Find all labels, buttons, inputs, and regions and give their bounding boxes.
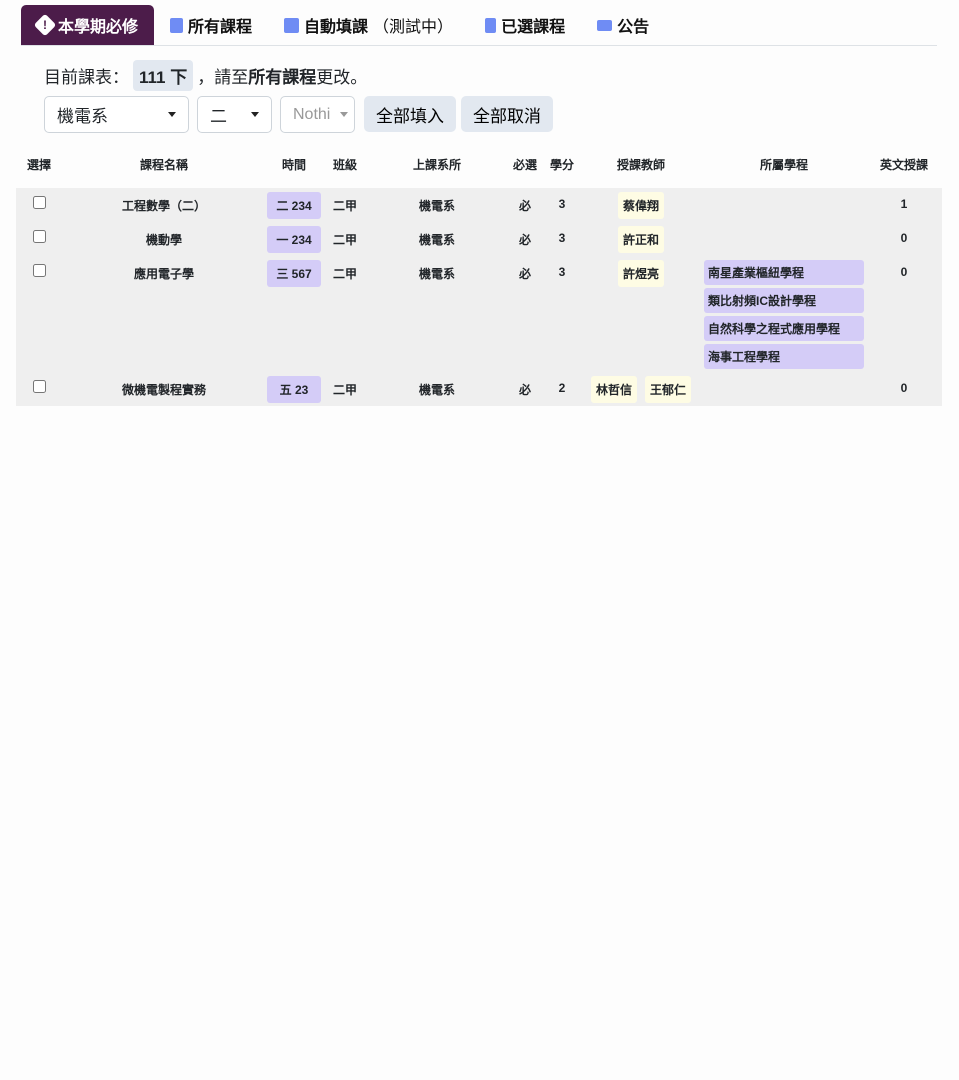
english-cell: 0 — [900, 231, 908, 245]
tab-all-courses[interactable]: 所有課程 — [154, 5, 268, 45]
teacher-badge: 王郁仁 — [645, 376, 692, 403]
time-badge: 一 234 — [267, 226, 321, 253]
dept-cell: 機電系 — [418, 199, 455, 213]
tab-auto-fill[interactable]: 自動填課 （測試中） — [268, 5, 469, 45]
time-badge: 五 23 — [267, 376, 321, 403]
table-row: 微機電製程實務 五 23 二甲 機電系 必 2 林哲信 王郁仁 0 — [16, 372, 942, 406]
cancel-all-button[interactable]: 全部取消 — [461, 96, 553, 132]
course-select-checkbox[interactable] — [32, 264, 46, 277]
teacher-badge: 蔡偉翔 — [617, 192, 664, 219]
table-row: 機動學 一 234 二甲 機電系 必 3 許正和 0 — [16, 222, 942, 256]
class-cell: 二甲 — [332, 267, 357, 281]
dept-cell: 機電系 — [418, 383, 455, 397]
table-row: 工程數學（二） 二 234 二甲 機電系 必 3 蔡偉翔 1 — [16, 188, 942, 222]
course-select-checkbox[interactable] — [32, 196, 46, 209]
dept-cell: 機電系 — [418, 267, 455, 281]
column-header: 必選 — [506, 140, 544, 188]
filter-controls: 機電系 二 Nothi 全部填入 全部取消 — [44, 96, 553, 133]
program-badge: 海事工程學程 — [704, 344, 864, 369]
tab-selected-courses[interactable]: 已選課程 — [469, 5, 581, 45]
english-cell: 0 — [900, 265, 908, 279]
megaphone-icon — [597, 19, 613, 31]
required-cell: 必 — [518, 199, 531, 213]
english-cell: 0 — [900, 381, 908, 395]
column-header: 所屬學程 — [702, 140, 866, 188]
current-schedule-info: 目前課表： 111 下 ，請至 所有課程 更改。 — [44, 60, 367, 91]
required-cell: 必 — [518, 233, 531, 247]
fill-all-button[interactable]: 全部填入 — [364, 96, 456, 132]
table-row: 應用電子學 三 567 二甲 機電系 必 3 許煜亮 南星產業樞紐學程 類比射頻I… — [16, 256, 942, 372]
teacher-badge: 許煜亮 — [617, 260, 664, 287]
bookmark-check-icon — [485, 17, 497, 33]
required-courses-table: 選擇 課程名稱 時間 班級 上課系所 必選 學分 授課教師 所屬學程 英文授課 工程數學（二） 二… — [16, 140, 942, 406]
all-courses-link[interactable]: 所有課程 — [248, 63, 316, 88]
credit-cell: 3 — [558, 231, 566, 245]
time-badge: 三 567 — [267, 260, 321, 287]
column-header: 上課系所 — [368, 140, 506, 188]
caret-down-icon — [251, 112, 259, 117]
required-cell: 必 — [518, 267, 531, 281]
column-header: 選擇 — [16, 140, 62, 188]
time-badge: 二 234 — [267, 192, 321, 219]
teacher-badge: 林哲信 — [590, 376, 637, 403]
column-header: 英文授課 — [866, 140, 942, 188]
credit-cell: 2 — [558, 381, 566, 395]
program-badge: 南星產業樞紐學程 — [704, 260, 864, 285]
english-cell: 1 — [900, 197, 908, 211]
course-name: 微機電製程實務 — [121, 383, 206, 397]
program-badge: 類比射頻IC設計學程 — [704, 288, 864, 313]
class-cell: 二甲 — [332, 383, 357, 397]
class-cell: 二甲 — [332, 199, 357, 213]
caret-down-icon — [340, 112, 348, 117]
grade-select[interactable]: 二 — [197, 96, 272, 133]
department-select[interactable]: 機電系 — [44, 96, 189, 133]
program-badge: 自然科學之程式應用學程 — [704, 316, 864, 341]
course-name: 工程數學（二） — [121, 199, 206, 213]
credit-cell: 3 — [558, 265, 566, 279]
column-header: 班級 — [322, 140, 368, 188]
tab-announcements[interactable]: 公告 — [581, 5, 665, 45]
credit-cell: 3 — [558, 197, 566, 211]
teacher-badge: 許正和 — [617, 226, 664, 253]
course-name: 機動學 — [145, 233, 182, 247]
column-header: 授課教師 — [580, 140, 702, 188]
course-select-checkbox[interactable] — [32, 230, 46, 243]
file-plus-icon — [170, 17, 184, 33]
class-cell: 二甲 — [332, 233, 357, 247]
nav-tabs: ! 本學期必修 所有課程 自動填課 （測試中） 已選課程 公告 — [21, 5, 937, 46]
column-header: 時間 — [266, 140, 322, 188]
class-select[interactable]: Nothi — [280, 96, 355, 133]
dept-cell: 機電系 — [418, 233, 455, 247]
grid-icon — [284, 17, 300, 33]
course-name: 應用電子學 — [133, 267, 194, 281]
column-header: 學分 — [544, 140, 580, 188]
tab-required-courses[interactable]: ! 本學期必修 — [21, 5, 155, 45]
column-header: 課程名稱 — [62, 140, 266, 188]
semester-badge: 111 下 — [133, 60, 194, 91]
required-cell: 必 — [518, 383, 531, 397]
exclamation-diamond-icon: ! — [33, 13, 57, 37]
course-select-checkbox[interactable] — [32, 380, 46, 393]
caret-down-icon — [168, 112, 176, 117]
